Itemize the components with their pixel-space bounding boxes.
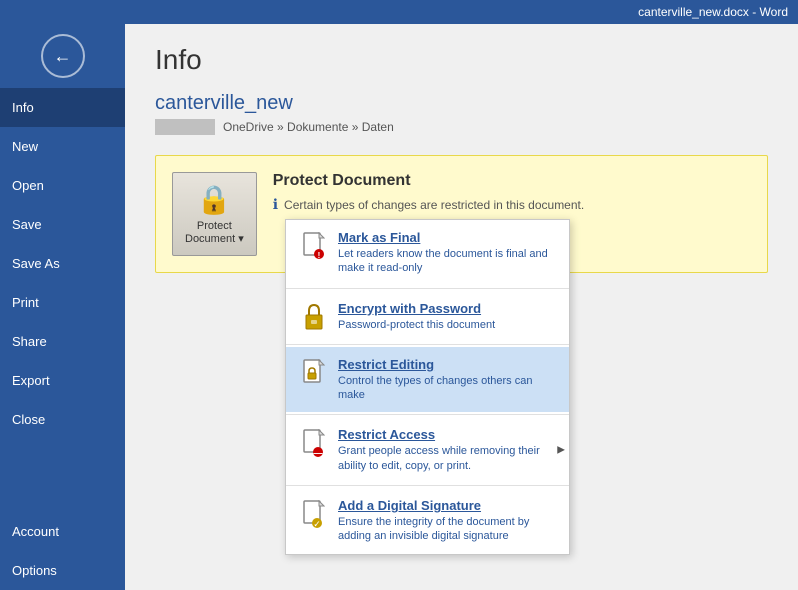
- sidebar-item-info[interactable]: Info: [0, 88, 125, 127]
- svg-text:✓: ✓: [313, 519, 321, 528]
- sidebar-item-save-as[interactable]: Save As: [0, 244, 125, 283]
- sidebar-item-account[interactable]: Account: [0, 512, 125, 551]
- digital-signature-desc: Ensure the integrity of the document by …: [338, 515, 555, 544]
- back-icon: ←: [54, 46, 72, 67]
- encrypt-desc: Password-protect this document: [338, 318, 495, 332]
- path-text: OneDrive » Dokumente » Daten: [223, 120, 394, 134]
- divider-1: [286, 288, 569, 289]
- restrict-editing-icon: [300, 359, 328, 387]
- dropdown-item-restrict-editing[interactable]: Restrict Editing Control the types of ch…: [286, 347, 569, 413]
- restrict-access-content: Restrict Access Grant people access whil…: [338, 427, 555, 473]
- digital-signature-content: Add a Digital Signature Ensure the integ…: [338, 498, 555, 544]
- content-area: Info canterville_new OneDrive » Dokument…: [125, 24, 798, 590]
- main-container: ← Info New Open Save Save As Print Share…: [0, 24, 798, 590]
- path-bar: [155, 119, 215, 135]
- dropdown-item-digital-signature[interactable]: ✓ Add a Digital Signature Ensure the int…: [286, 488, 569, 554]
- digital-signature-title: Add a Digital Signature: [338, 498, 555, 513]
- page-title: Info: [155, 44, 768, 76]
- sidebar-item-share[interactable]: Share: [0, 322, 125, 361]
- restrict-access-title: Restrict Access: [338, 427, 555, 442]
- submenu-arrow-icon: ▶: [557, 445, 565, 456]
- sidebar-item-print[interactable]: Print: [0, 283, 125, 322]
- sidebar-item-options[interactable]: Options: [0, 551, 125, 590]
- sidebar-item-label: New: [12, 139, 38, 154]
- mark-as-final-title: Mark as Final: [338, 230, 555, 245]
- sidebar-item-save[interactable]: Save: [0, 205, 125, 244]
- restrict-editing-content: Restrict Editing Control the types of ch…: [338, 357, 555, 403]
- dropdown-item-restrict-access[interactable]: — Restrict Access Grant people access wh…: [286, 417, 569, 483]
- sidebar-item-open[interactable]: Open: [0, 166, 125, 205]
- dropdown-item-encrypt[interactable]: Encrypt with Password Password-protect t…: [286, 291, 569, 342]
- dropdown-item-mark-as-final[interactable]: ! Mark as Final Let readers know the doc…: [286, 220, 569, 286]
- sidebar-item-label: Print: [12, 295, 39, 310]
- title-bar-text: canterville_new.docx - Word: [638, 5, 788, 19]
- sidebar-item-close[interactable]: Close: [0, 400, 125, 439]
- svg-text:!: !: [318, 251, 321, 260]
- back-button[interactable]: ←: [41, 34, 85, 78]
- protect-title: Protect Document: [273, 172, 584, 190]
- info-icon: ℹ: [273, 196, 278, 213]
- sidebar-item-label: Export: [12, 373, 50, 388]
- svg-text:—: —: [314, 448, 323, 457]
- restrict-access-icon: —: [300, 429, 328, 457]
- sidebar-spacer: [0, 439, 125, 512]
- sidebar-item-label: Info: [12, 100, 34, 115]
- sidebar-item-new[interactable]: New: [0, 127, 125, 166]
- title-bar: canterville_new.docx - Word: [0, 0, 798, 24]
- sidebar-item-label: Share: [12, 334, 47, 349]
- sidebar-item-label: Options: [12, 563, 57, 578]
- restrict-editing-desc: Control the types of changes others can …: [338, 374, 555, 403]
- protect-dropdown-menu: ! Mark as Final Let readers know the doc…: [285, 219, 570, 555]
- sidebar-item-export[interactable]: Export: [0, 361, 125, 400]
- protect-content: Protect Document ℹ Certain types of chan…: [273, 172, 584, 213]
- encrypt-icon: [300, 303, 328, 331]
- protect-description: ℹ Certain types of changes are restricte…: [273, 196, 584, 213]
- mark-as-final-desc: Let readers know the document is final a…: [338, 247, 555, 276]
- restrict-access-desc: Grant people access while removing their…: [338, 444, 555, 473]
- restrict-editing-title: Restrict Editing: [338, 357, 555, 372]
- sidebar: ← Info New Open Save Save As Print Share…: [0, 24, 125, 590]
- protect-document-button[interactable]: 🔒 ProtectDocument ▾: [172, 172, 257, 256]
- sidebar-item-label: Account: [12, 524, 59, 539]
- lock-icon: 🔒: [197, 183, 232, 216]
- encrypt-title: Encrypt with Password: [338, 301, 495, 316]
- divider-4: [286, 485, 569, 486]
- encrypt-content: Encrypt with Password Password-protect t…: [338, 301, 495, 332]
- sidebar-item-label: Close: [12, 412, 45, 427]
- document-path: OneDrive » Dokumente » Daten: [155, 119, 768, 135]
- protect-btn-label: ProtectDocument ▾: [185, 220, 244, 245]
- sidebar-item-label: Save As: [12, 256, 60, 271]
- mark-as-final-icon: !: [300, 232, 328, 260]
- divider-2: [286, 344, 569, 345]
- digital-signature-icon: ✓: [300, 500, 328, 528]
- sidebar-item-label: Save: [12, 217, 42, 232]
- sidebar-item-label: Open: [12, 178, 44, 193]
- divider-3: [286, 414, 569, 415]
- mark-as-final-content: Mark as Final Let readers know the docum…: [338, 230, 555, 276]
- document-name: canterville_new: [155, 92, 768, 115]
